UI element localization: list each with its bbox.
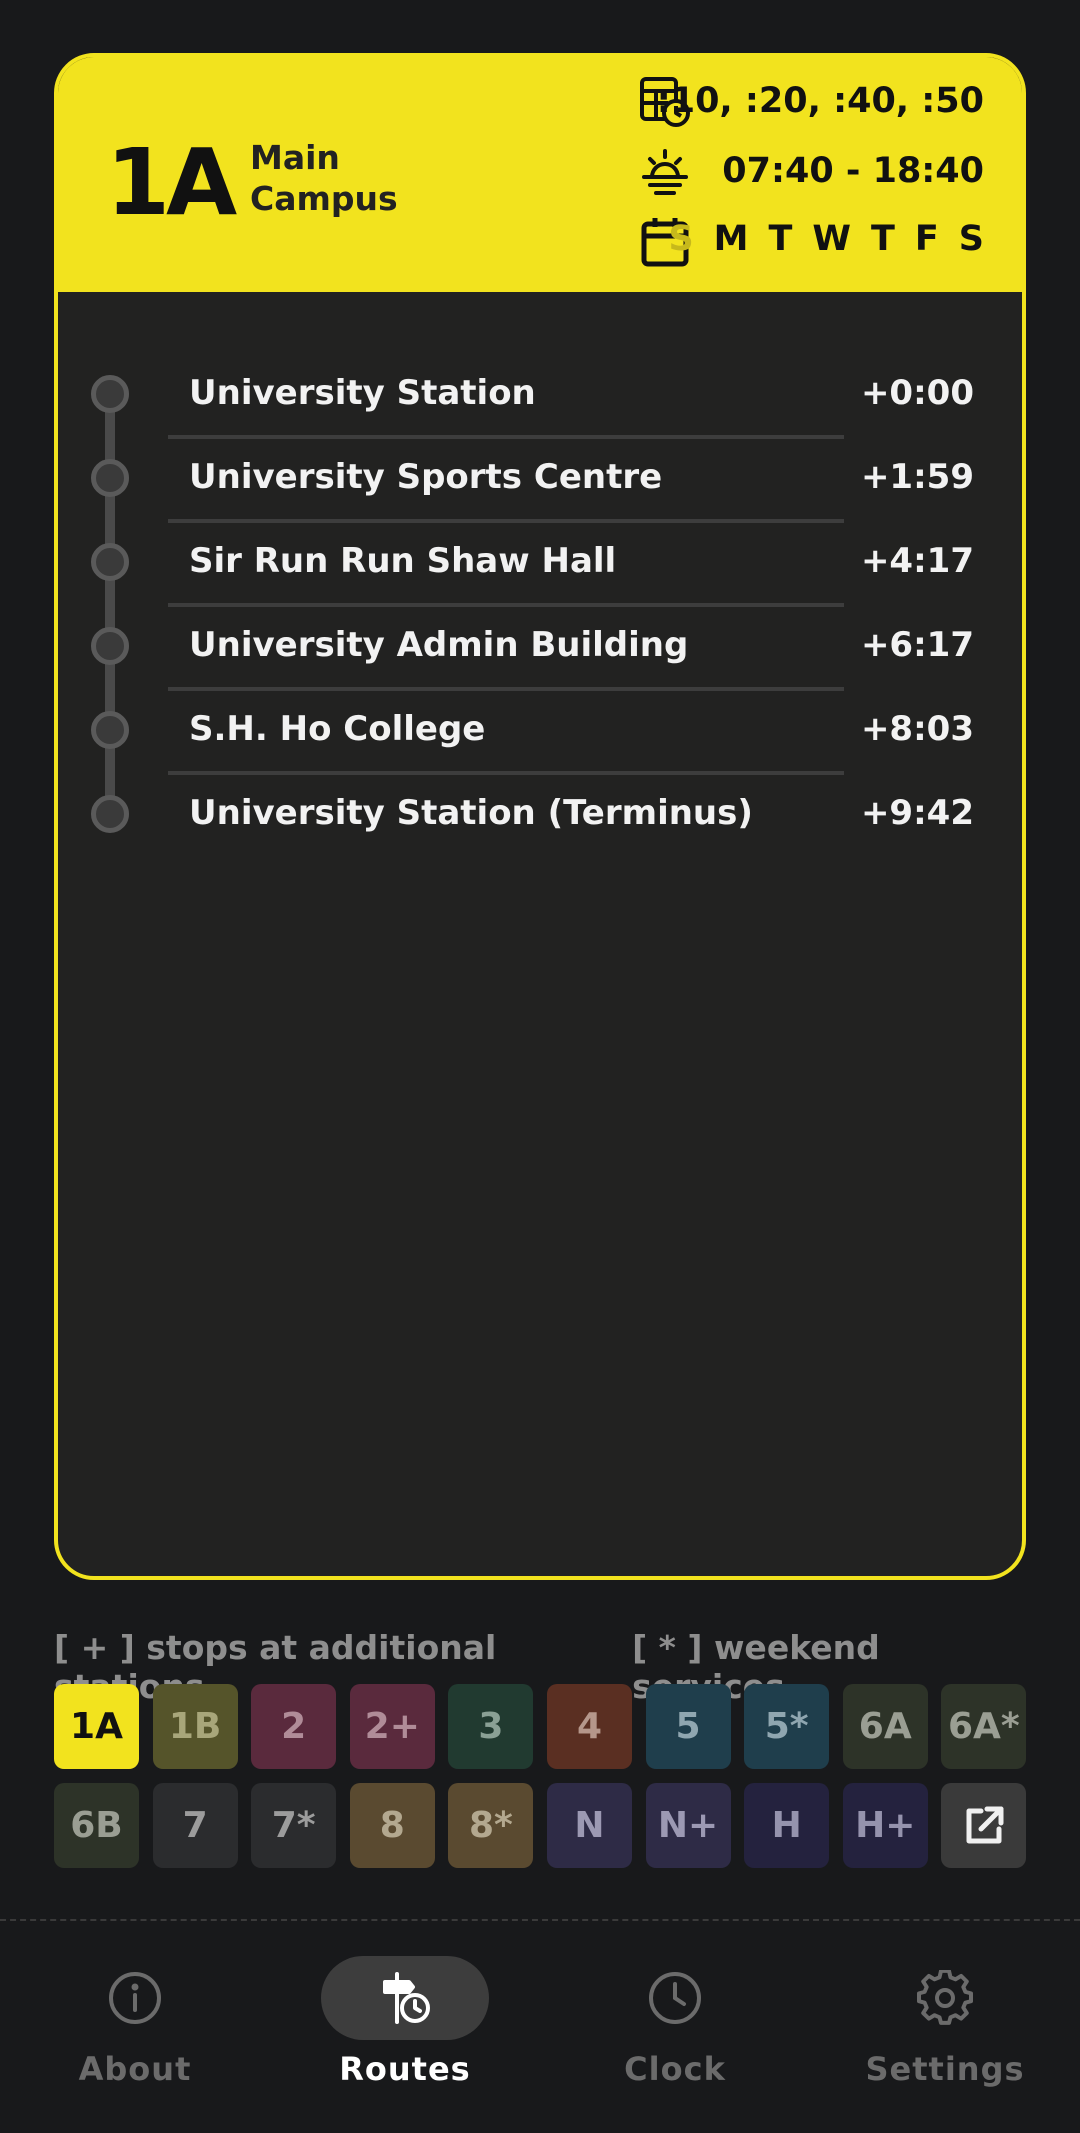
route-chip-8[interactable]: 8 [349,1783,435,1868]
day-friday: F [914,219,939,259]
route-code: 1A [106,129,237,236]
clock-icon [647,1970,703,2026]
route-card: 1A Main Campus :10, :20, :40, :50 07:40 … [54,53,1026,1580]
stop-name: University Station (Terminus) [189,793,753,833]
stops-list: University Station +0:00 University Spor… [58,355,1022,859]
route-name: Main Campus [250,138,398,218]
stop-dot [91,627,129,665]
route-chip-n-plus[interactable]: N+ [645,1783,731,1868]
route-chip-6a[interactable]: 6A [842,1684,928,1769]
nav-routes[interactable]: Routes [305,1950,505,2088]
stop-time: +4:17 [860,541,974,581]
stop-time: +9:42 [860,793,974,833]
stop-time: +8:03 [860,709,974,749]
stop-time: +0:00 [860,373,974,413]
stop-dot [91,711,129,749]
route-chip-7[interactable]: 7 [152,1783,238,1868]
route-header: 1A Main Campus :10, :20, :40, :50 07:40 … [58,57,1022,292]
nav-label-settings: Settings [865,2050,1025,2088]
route-chip-6a-weekend[interactable]: 6A* [941,1684,1027,1769]
route-chip-8-weekend[interactable]: 8* [448,1783,534,1868]
stop-dot [91,375,129,413]
stop-dot [91,459,129,497]
route-clock-icon [377,1970,433,2026]
bottom-nav: About Routes Clock Settings [0,1950,1080,2110]
route-selector: 1A 1B 2 2+ 3 4 5 5* 6A 6A* 6B 7 7* 8 8* … [54,1684,1027,1868]
day-thursday: T [870,219,895,259]
day-monday: M [713,219,749,259]
stop-name: University Admin Building [189,625,689,665]
route-chip-2[interactable]: 2 [251,1684,337,1769]
route-chip-1b[interactable]: 1B [152,1684,238,1769]
external-link-icon [959,1801,1009,1851]
route-chip-6b[interactable]: 6B [54,1783,139,1868]
day-wednesday: W [812,219,851,259]
stop-dot [91,795,129,833]
gear-icon [917,1970,973,2026]
service-days: S M T W T F S [668,219,984,259]
nav-divider [0,1919,1080,1921]
nav-label-clock: Clock [624,2050,726,2088]
sunrise-icon [638,147,692,201]
route-chip-2-plus[interactable]: 2+ [349,1684,435,1769]
stop-name: University Sports Centre [189,457,663,497]
stop-name: University Station [189,373,536,413]
service-hours: 07:40 - 18:40 [722,151,984,191]
day-sunday: S [668,219,694,259]
stop-name: S.H. Ho College [189,709,486,749]
stop-row: University Sports Centre +1:59 [58,439,1022,523]
route-chip-n[interactable]: N [546,1783,632,1868]
nav-clock[interactable]: Clock [575,1950,775,2088]
nav-label-about: About [78,2050,192,2088]
route-chip-4[interactable]: 4 [546,1684,632,1769]
stop-row: University Station (Terminus) +9:42 [58,775,1022,859]
route-chip-7-weekend[interactable]: 7* [251,1783,337,1868]
route-chip-5-weekend[interactable]: 5* [744,1684,830,1769]
stop-row: University Station +0:00 [58,355,1022,439]
route-chip-h[interactable]: H [744,1783,830,1868]
stop-row: University Admin Building +6:17 [58,607,1022,691]
stop-time: +1:59 [860,457,974,497]
nav-label-routes: Routes [339,2050,471,2088]
nav-about[interactable]: About [35,1950,235,2088]
route-chip-h-plus[interactable]: H+ [842,1783,928,1868]
frequency-text: :10, :20, :40, :50 [656,81,984,121]
info-icon [107,1970,163,2026]
route-chip-5[interactable]: 5 [645,1684,731,1769]
stop-name: Sir Run Run Shaw Hall [189,541,617,581]
external-link-button[interactable] [941,1783,1027,1868]
nav-settings[interactable]: Settings [845,1950,1045,2088]
route-chip-3[interactable]: 3 [448,1684,534,1769]
route-chip-1a[interactable]: 1A [54,1684,139,1769]
stop-dot [91,543,129,581]
stop-row: S.H. Ho College +8:03 [58,691,1022,775]
day-tuesday: T [768,219,793,259]
stop-row: Sir Run Run Shaw Hall +4:17 [58,523,1022,607]
stop-time: +6:17 [860,625,974,665]
day-saturday: S [958,219,984,259]
